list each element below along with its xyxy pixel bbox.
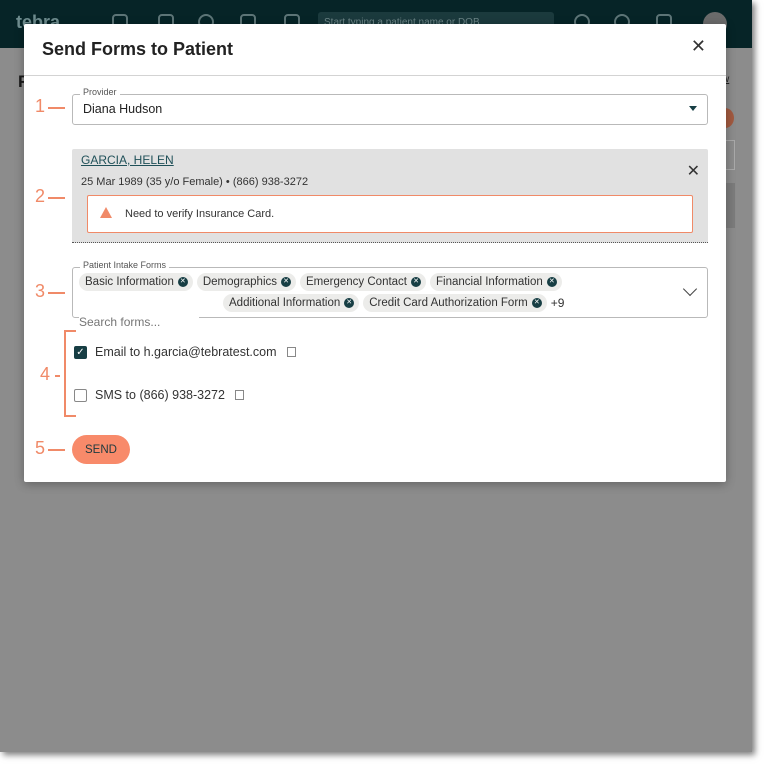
step-number-3: 3 — [35, 281, 46, 301]
insurance-alert: Need to verify Insurance Card. — [87, 195, 693, 233]
patient-card: GARCIA, HELEN 25 Mar 1989 (35 y/o Female… — [72, 149, 708, 243]
send-forms-modal: Send Forms to Patient ✕ 1 Provider Diana… — [24, 24, 726, 482]
modal-title: Send Forms to Patient — [42, 39, 234, 59]
remove-patient-icon[interactable]: ✕ — [687, 161, 700, 181]
edit-sms-icon[interactable] — [234, 390, 244, 400]
step-number-1: 1 — [35, 96, 46, 116]
form-chip: Emergency Contact ✕ — [300, 273, 427, 291]
step-dash — [55, 375, 60, 377]
patient-phone: (866) 938-3272 — [232, 176, 309, 188]
forms-label: Patient Intake Forms — [80, 260, 170, 270]
provider-label: Provider — [80, 87, 120, 97]
sms-option[interactable]: SMS to (866) 938-3272 — [74, 388, 244, 402]
chip-label: Emergency Contact — [306, 276, 408, 288]
form-chip: Demographics ✕ — [196, 273, 297, 291]
close-icon[interactable]: ✕ — [691, 36, 706, 57]
sms-label: SMS to (866) 938-3272 — [95, 388, 225, 402]
chip-label: Demographics — [202, 276, 278, 288]
form-chip: Basic Information ✕ — [79, 273, 193, 291]
form-chip: Credit Card Authorization Form ✕ — [363, 294, 547, 312]
email-label: Email to h.garcia@tebratest.com — [95, 345, 277, 359]
step-number-5: 5 — [35, 438, 46, 458]
chip-label: Additional Information — [229, 297, 341, 309]
sms-checkbox[interactable] — [74, 388, 87, 402]
selected-forms: Basic Information ✕ Demographics ✕ Emergen… — [79, 273, 679, 329]
separator-dot: • — [225, 176, 230, 188]
step-dash — [48, 107, 65, 109]
form-chip: Financial Information ✕ — [430, 273, 562, 291]
chip-label: Financial Information — [436, 276, 543, 288]
chevron-down-icon[interactable] — [682, 281, 698, 297]
step-number-2: 2 — [35, 186, 46, 206]
remove-chip-icon[interactable]: ✕ — [344, 298, 355, 308]
caret-down-icon — [689, 106, 697, 111]
step-number-4: 4 — [40, 364, 51, 384]
step-dash — [48, 449, 65, 451]
chip-label: Credit Card Authorization Form — [369, 297, 528, 309]
patient-name-link[interactable]: GARCIA, HELEN — [81, 153, 174, 167]
email-checkbox[interactable]: ✓ — [74, 345, 87, 359]
email-option[interactable]: ✓ Email to h.garcia@tebratest.com — [74, 345, 296, 359]
alert-text: Need to verify Insurance Card. — [125, 208, 275, 220]
step-dash — [48, 292, 65, 294]
patient-dob: 25 Mar 1989 (35 y/o Female) — [81, 176, 223, 188]
remove-chip-icon[interactable]: ✕ — [531, 298, 542, 308]
forms-multiselect[interactable]: Patient Intake Forms Basic Information ✕ … — [72, 260, 708, 329]
remove-chip-icon[interactable]: ✕ — [411, 277, 422, 287]
send-button[interactable]: SEND — [72, 435, 130, 464]
form-chip: Additional Information ✕ — [223, 294, 360, 312]
remove-chip-icon[interactable]: ✕ — [281, 277, 292, 287]
delivery-bracket — [64, 330, 76, 417]
edit-email-icon[interactable] — [286, 347, 296, 357]
provider-select[interactable]: Provider Diana Hudson — [72, 87, 708, 125]
chip-label: Basic Information — [85, 276, 174, 288]
provider-value: Diana Hudson — [83, 102, 163, 116]
modal-header: Send Forms to Patient ✕ — [24, 24, 726, 76]
patient-info: 25 Mar 1989 (35 y/o Female) • (866) 938-… — [81, 176, 308, 188]
remove-chip-icon[interactable]: ✕ — [177, 277, 188, 287]
background-page: tebra Start typing a patient name or DOB… — [0, 0, 752, 752]
more-forms-count: +9 — [550, 296, 565, 310]
remove-chip-icon[interactable]: ✕ — [546, 277, 557, 287]
search-forms-input[interactable] — [79, 315, 199, 329]
warning-icon — [100, 207, 112, 218]
step-dash — [48, 197, 65, 199]
